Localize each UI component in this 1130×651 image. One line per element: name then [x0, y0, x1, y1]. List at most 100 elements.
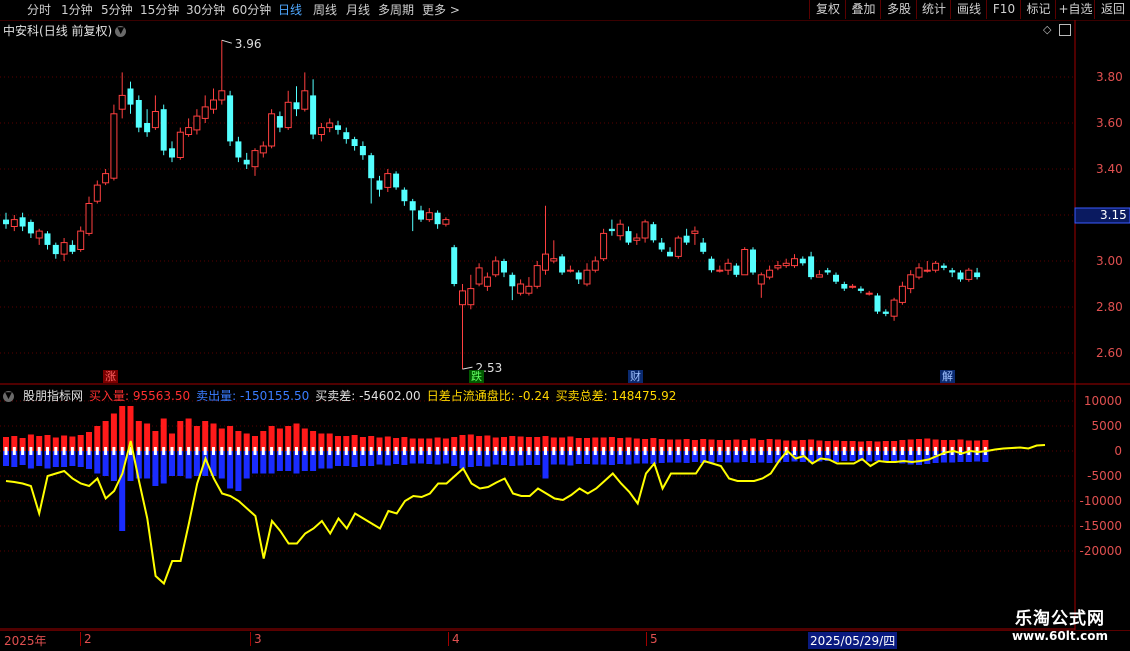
candle	[193, 109, 201, 135]
candle	[641, 219, 649, 243]
candle	[733, 263, 740, 278]
net-bar	[568, 447, 572, 455]
candle	[218, 40, 226, 105]
candle	[882, 309, 889, 317]
net-bar	[411, 447, 415, 455]
net-bar	[817, 447, 821, 455]
sell-bar	[127, 451, 134, 481]
year-label: 2025年	[4, 634, 47, 648]
buy-bar	[210, 423, 217, 451]
net-bar	[178, 447, 182, 455]
net-bar	[253, 447, 257, 455]
net-bar	[195, 447, 199, 455]
net-bar	[46, 447, 49, 455]
candle	[774, 261, 782, 271]
indicator-value-0: 买入量: 95563.50	[89, 389, 191, 403]
net-bar	[909, 447, 913, 455]
net-bar	[793, 447, 796, 455]
watermark-url: www.60lt.com	[1011, 629, 1108, 643]
candle	[517, 279, 525, 296]
net-bar	[319, 447, 323, 455]
candle	[467, 274, 475, 310]
month-label-0: 2	[80, 632, 92, 646]
indicator-value-3: 日差占流通盘比: -0.24	[426, 389, 550, 403]
candle	[750, 247, 756, 275]
net-bar	[295, 447, 298, 455]
candle	[27, 219, 34, 238]
net-bar	[776, 447, 780, 455]
candle	[757, 272, 765, 298]
candle	[110, 104, 118, 181]
net-bar	[585, 447, 589, 455]
net-bar	[29, 447, 33, 455]
candle	[10, 215, 18, 232]
candle	[301, 72, 309, 112]
net-bar	[726, 447, 730, 455]
indicator-tick-label: -20000	[1079, 544, 1122, 558]
candle	[633, 233, 641, 245]
candle	[483, 272, 491, 291]
candle	[185, 118, 193, 137]
net-bar	[842, 447, 846, 455]
candle	[525, 277, 533, 296]
net-bar	[203, 447, 207, 455]
watermark: 乐淘公式网 www.60lt.com	[1012, 609, 1108, 643]
candle	[35, 228, 43, 245]
net-bar	[187, 447, 191, 455]
candle	[284, 90, 292, 130]
candle	[393, 171, 400, 190]
net-bar	[436, 447, 440, 455]
net-bar	[494, 447, 498, 455]
net-bar	[610, 447, 614, 455]
event-marker-1[interactable]: 跌	[469, 370, 484, 383]
candle	[201, 95, 209, 123]
buy-bar	[293, 423, 300, 451]
net-bar	[502, 447, 506, 455]
candle	[418, 205, 424, 222]
candle	[708, 256, 715, 273]
net-bar	[859, 447, 863, 455]
net-bar	[369, 447, 373, 455]
candle	[52, 242, 59, 259]
net-bar	[917, 447, 921, 455]
indicator-value-1: 卖出量: -150155.50	[196, 389, 310, 403]
net-bar	[145, 447, 149, 455]
event-marker-3[interactable]: 解	[940, 370, 955, 383]
candle	[118, 72, 126, 119]
candle	[359, 141, 366, 160]
event-marker-0[interactable]: 涨	[103, 370, 118, 383]
candle	[782, 258, 790, 268]
candle	[616, 219, 624, 241]
candle	[268, 109, 276, 149]
candle	[243, 152, 250, 169]
net-bar	[734, 447, 738, 455]
net-bar	[95, 447, 99, 455]
indicator-tick-label: -15000	[1079, 519, 1122, 533]
candle	[351, 136, 358, 151]
month-label-2: 4	[448, 632, 460, 646]
indicator-tick-label: -10000	[1079, 494, 1122, 508]
net-bar	[104, 447, 108, 455]
net-bar	[693, 447, 697, 455]
candle	[169, 141, 175, 163]
net-bar	[153, 447, 157, 455]
net-bar	[485, 447, 489, 455]
net-bar	[519, 447, 523, 455]
net-bar	[759, 447, 763, 455]
net-bar	[444, 447, 448, 455]
net-bar	[477, 447, 481, 455]
net-bar	[336, 447, 340, 455]
net-bar	[220, 447, 224, 455]
net-bar	[79, 447, 83, 455]
net-bar	[419, 447, 423, 455]
indicator-settings-icon[interactable]: ▼	[3, 391, 14, 402]
sell-bar	[144, 451, 151, 479]
net-bar	[402, 447, 406, 455]
event-marker-2[interactable]: 财	[628, 370, 643, 383]
candle	[160, 104, 167, 156]
candle	[102, 169, 110, 186]
date-axis: 2025年 2 3 4 5 2025/05/29/四	[0, 630, 1130, 651]
candle	[600, 228, 608, 261]
net-bar	[685, 447, 689, 455]
buy-bar	[144, 423, 151, 451]
